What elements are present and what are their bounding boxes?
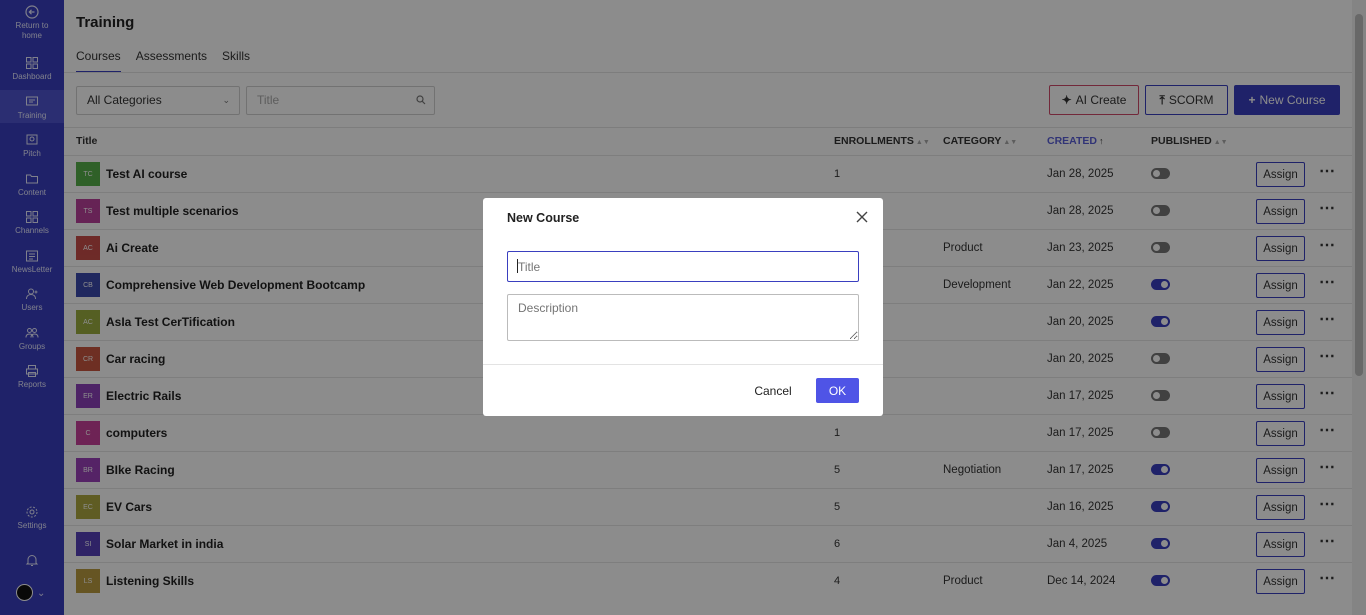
close-icon[interactable] (855, 210, 869, 224)
text-caret (517, 259, 518, 273)
course-description-input[interactable] (507, 294, 859, 341)
ok-button[interactable]: OK (816, 378, 859, 403)
divider (483, 364, 883, 365)
dialog-title: New Course (507, 211, 580, 225)
course-title-input[interactable] (507, 251, 859, 282)
new-course-dialog: New Course Cancel OK (483, 198, 883, 416)
cancel-button[interactable]: Cancel (747, 378, 799, 403)
